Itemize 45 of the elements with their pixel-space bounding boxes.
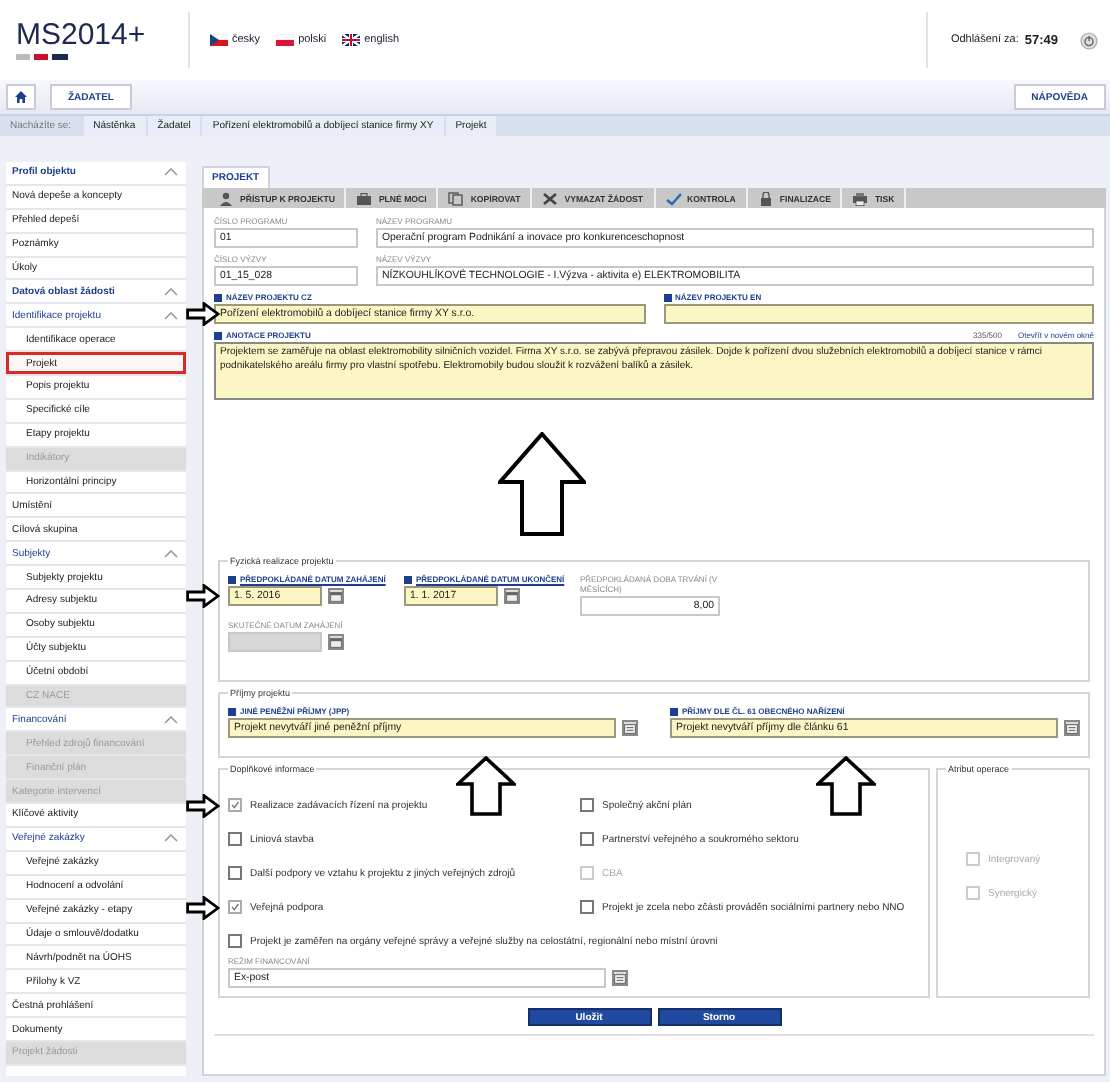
checkbox[interactable] xyxy=(228,866,242,880)
list-icon xyxy=(1066,723,1078,733)
up-arrow-icon xyxy=(498,432,586,536)
flag-icon xyxy=(210,34,228,46)
delete-icon xyxy=(542,191,559,205)
calendar-button[interactable] xyxy=(504,588,520,604)
required-icon xyxy=(228,575,236,583)
checkbox[interactable] xyxy=(228,934,242,948)
required-icon xyxy=(663,293,671,301)
required-icon xyxy=(404,575,412,583)
checkbox[interactable] xyxy=(228,900,242,914)
text-field[interactable] xyxy=(663,304,1094,324)
printer-icon xyxy=(852,191,869,205)
checkbox[interactable] xyxy=(228,798,242,812)
list-icon xyxy=(614,973,626,983)
calendar-icon xyxy=(330,637,342,647)
list-icon xyxy=(624,723,636,733)
calendar-button[interactable] xyxy=(328,634,344,650)
required-icon xyxy=(214,331,222,339)
list-button[interactable] xyxy=(1064,720,1080,736)
required-icon xyxy=(670,707,678,715)
calendar-icon xyxy=(330,591,342,601)
flag-icon xyxy=(342,34,361,46)
up-arrow-icon xyxy=(816,756,876,816)
briefcase-icon xyxy=(356,191,373,205)
required-icon xyxy=(228,707,236,715)
check-icon xyxy=(665,191,682,205)
checkbox[interactable] xyxy=(580,798,594,812)
power-icon[interactable] xyxy=(1080,31,1098,49)
lock-icon xyxy=(757,191,774,205)
list-button[interactable] xyxy=(612,970,628,986)
home-icon xyxy=(14,90,28,104)
checkbox[interactable] xyxy=(580,832,594,846)
up-arrow-icon xyxy=(456,756,516,816)
logo: MS2014+ xyxy=(16,20,188,60)
checkbox[interactable] xyxy=(580,900,594,914)
flag-icon xyxy=(276,34,295,46)
checkbox[interactable] xyxy=(228,832,242,846)
calendar-icon xyxy=(506,591,518,601)
required-icon xyxy=(214,293,222,301)
logo-stripes-icon xyxy=(16,54,68,60)
list-button[interactable] xyxy=(622,720,638,736)
people-icon xyxy=(218,191,234,205)
home-button[interactable] xyxy=(6,84,36,110)
calendar-button[interactable] xyxy=(328,588,344,604)
